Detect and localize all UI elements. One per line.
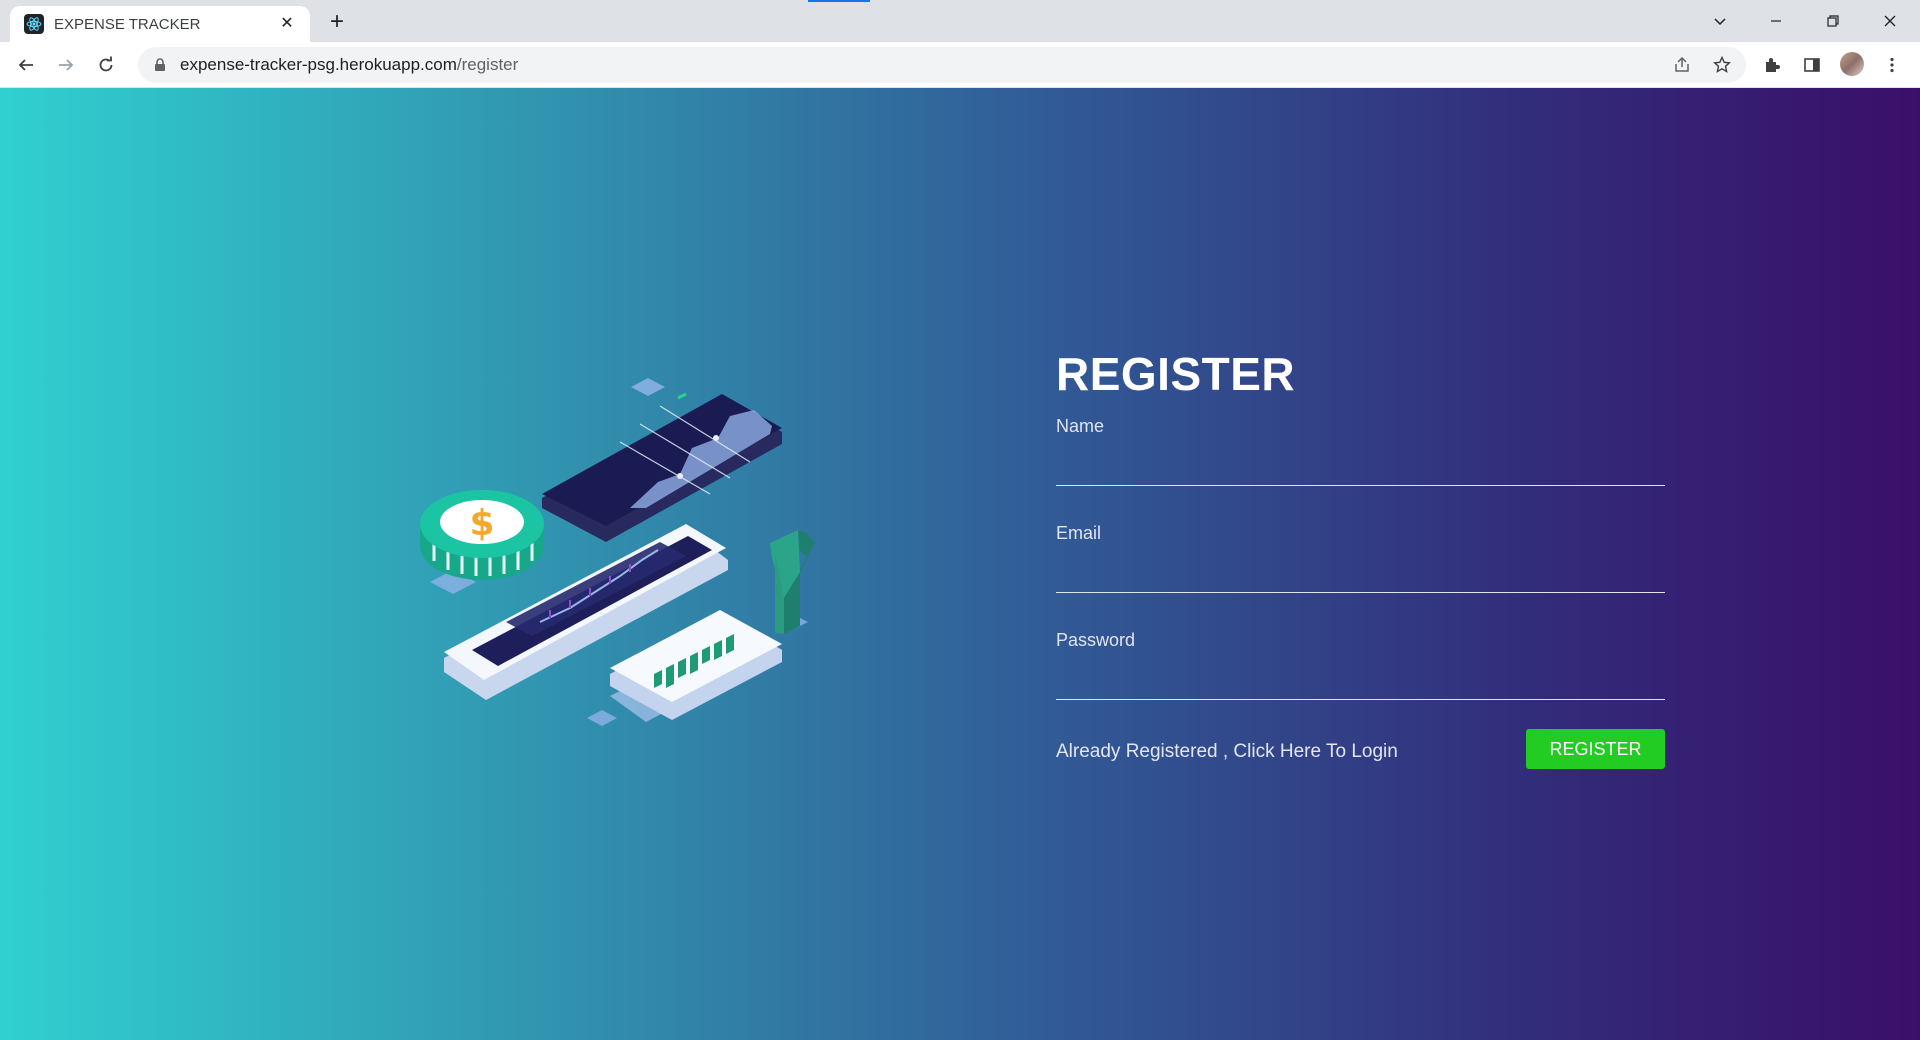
url-host: expense-tracker-psg.herokuapp.com bbox=[180, 55, 457, 74]
password-field-group: Password bbox=[1056, 616, 1665, 723]
url-path: /register bbox=[456, 55, 519, 74]
new-tab-button[interactable]: + bbox=[322, 8, 352, 38]
growth-arrow bbox=[770, 530, 815, 634]
share-icon[interactable] bbox=[1666, 49, 1698, 81]
lock-icon[interactable] bbox=[152, 57, 168, 73]
register-button[interactable]: REGISTER bbox=[1526, 729, 1665, 769]
forward-arrow-icon[interactable] bbox=[50, 49, 82, 81]
browser-tab-active[interactable]: EXPENSE TRACKER ✕ bbox=[10, 6, 310, 42]
dollar-coin: $ bbox=[420, 490, 544, 580]
register-form: REGISTER Name Email Password Already Reg… bbox=[1056, 346, 1665, 777]
browser-tabstrip: EXPENSE TRACKER ✕ + bbox=[0, 0, 1920, 42]
login-link[interactable]: Already Registered , Click Here To Login bbox=[1056, 741, 1398, 763]
minimize-window-icon[interactable] bbox=[1756, 6, 1796, 36]
browser-toolbar: expense-tracker-psg.herokuapp.com/regist… bbox=[0, 42, 1920, 88]
bookmark-star-icon[interactable] bbox=[1706, 49, 1738, 81]
email-label: Email bbox=[1056, 523, 1102, 543]
name-input[interactable] bbox=[1056, 442, 1665, 486]
decor-diamond bbox=[587, 710, 617, 726]
extensions-puzzle-icon[interactable] bbox=[1756, 49, 1788, 81]
decor-diamond bbox=[631, 378, 665, 396]
name-label: Name bbox=[1056, 416, 1105, 436]
back-arrow-icon[interactable] bbox=[10, 49, 42, 81]
floating-chart-screen bbox=[542, 392, 782, 542]
form-footer: Already Registered , Click Here To Login… bbox=[1056, 729, 1665, 777]
email-field-group: Email bbox=[1056, 509, 1665, 616]
profile-avatar[interactable] bbox=[1840, 52, 1864, 76]
register-page: $ REGISTER Name Email Password Already R… bbox=[0, 88, 1920, 1040]
name-field-group: Name bbox=[1056, 402, 1665, 509]
tab-search-chevron-icon[interactable] bbox=[1700, 6, 1740, 36]
password-label: Password bbox=[1056, 630, 1136, 650]
tab-title: EXPENSE TRACKER bbox=[54, 15, 201, 33]
register-title: REGISTER bbox=[1056, 348, 1296, 400]
coin-dollar-sign: $ bbox=[469, 503, 494, 544]
reload-icon[interactable] bbox=[90, 49, 122, 81]
close-window-icon[interactable] bbox=[1870, 6, 1910, 36]
tab-loading-indicator bbox=[808, 0, 870, 2]
address-bar[interactable]: expense-tracker-psg.herokuapp.com/regist… bbox=[138, 47, 1746, 83]
react-logo-icon bbox=[24, 14, 44, 34]
side-panel-icon[interactable] bbox=[1796, 49, 1828, 81]
restore-window-icon[interactable] bbox=[1813, 6, 1853, 36]
kebab-menu-icon[interactable] bbox=[1876, 49, 1908, 81]
email-input[interactable] bbox=[1056, 549, 1665, 593]
tab-close-icon[interactable]: ✕ bbox=[276, 13, 298, 35]
url-text: expense-tracker-psg.herokuapp.com/regist… bbox=[180, 55, 518, 75]
hero-illustration: $ bbox=[420, 378, 815, 726]
password-input[interactable] bbox=[1056, 656, 1665, 700]
